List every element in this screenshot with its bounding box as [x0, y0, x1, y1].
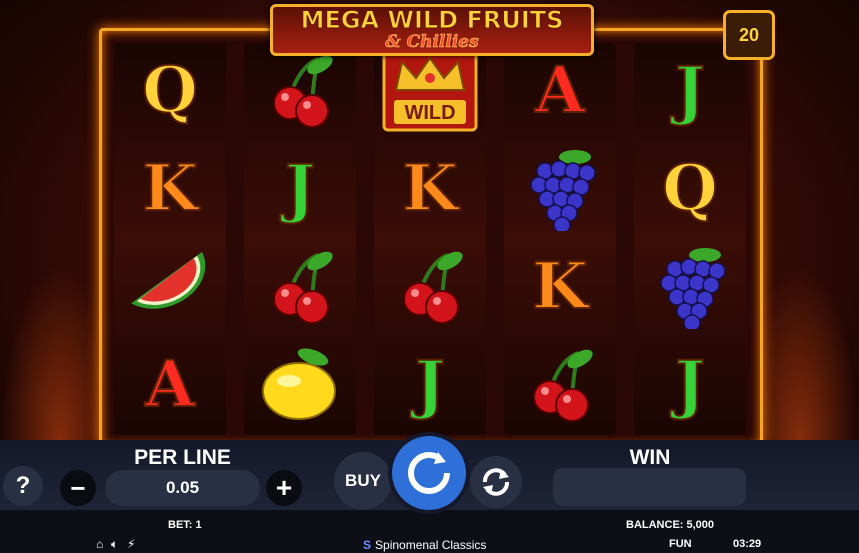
symbol-letter-Q: Q [661, 150, 719, 226]
bet-display: BET: 1 [168, 519, 202, 531]
symbol-letter-J: J [414, 346, 446, 422]
spin-icon [408, 452, 450, 494]
symbol-letter-J: J [284, 150, 316, 226]
reel-4: AK [504, 43, 616, 435]
symbol-wild-icon: WILD [374, 43, 486, 138]
symbol-letter-K: K [141, 150, 199, 226]
reel-1: QK A [114, 43, 226, 435]
help-label: ? [15, 472, 31, 499]
symbol-cherry-icon [504, 337, 616, 432]
per-line-label: PER LINE [134, 446, 231, 469]
svg-text:WILD: WILD [404, 102, 455, 124]
win-value [553, 468, 746, 506]
symbol-letter-A: A [534, 52, 586, 128]
symbol-cherry-icon [374, 239, 486, 334]
symbol-cherry-icon [244, 239, 356, 334]
reel-5: JQJ [634, 43, 746, 435]
help-button[interactable]: ? [3, 466, 43, 506]
symbol-lemon-icon [244, 337, 356, 432]
game-title: MEGA WILD FRUITS [300, 6, 564, 34]
game-logo: MEGA WILD FRUITS & Chillies [270, 4, 594, 56]
symbol-letter-A: A [144, 346, 196, 422]
clock-display: 03:29 [733, 538, 762, 550]
provider-name: Spinomenal Classics [375, 538, 487, 552]
turbo-icon[interactable]: ⚡︎ [127, 537, 135, 551]
symbol-watermelon-icon [114, 239, 226, 334]
sound-icon[interactable]: 🔈︎ [111, 537, 118, 552]
bet-decrease-button[interactable]: − [60, 470, 96, 506]
buy-button[interactable]: BUY [334, 452, 392, 510]
mode-display: FUN [669, 538, 692, 550]
symbol-cherry-icon [244, 43, 356, 138]
balance-display: BALANCE: 5,000 [626, 519, 715, 531]
paylines-badge: 20 [723, 10, 775, 60]
symbol-letter-Q: Q [141, 52, 199, 128]
bet-increase-button[interactable]: + [266, 470, 302, 506]
reel-3: WILD K J [374, 43, 486, 435]
spinomenal-logo-icon: S [363, 538, 372, 552]
symbol-grapes-icon [634, 239, 746, 334]
buy-label: BUY [345, 471, 381, 490]
game-subtitle: & Chillies [385, 32, 479, 52]
win-label: WIN [629, 446, 671, 469]
spin-button[interactable] [392, 436, 466, 510]
symbol-letter-K: K [531, 248, 589, 324]
minus-icon: − [70, 472, 86, 503]
home-icon[interactable]: ⌂ [96, 537, 103, 551]
provider-logo: S Spinomenal Classics [363, 538, 486, 552]
symbol-letter-K: K [401, 150, 459, 226]
reel-frame: Q K A J WILD K J A K J Q J [99, 28, 763, 448]
reel-2: J [244, 43, 356, 435]
autoplay-icon [483, 468, 509, 496]
symbol-letter-J: J [674, 346, 706, 422]
plus-icon: + [275, 472, 293, 503]
autoplay-button[interactable] [470, 456, 522, 508]
per-line-value: 0.05 [105, 470, 260, 506]
symbol-grapes-icon [504, 141, 616, 236]
